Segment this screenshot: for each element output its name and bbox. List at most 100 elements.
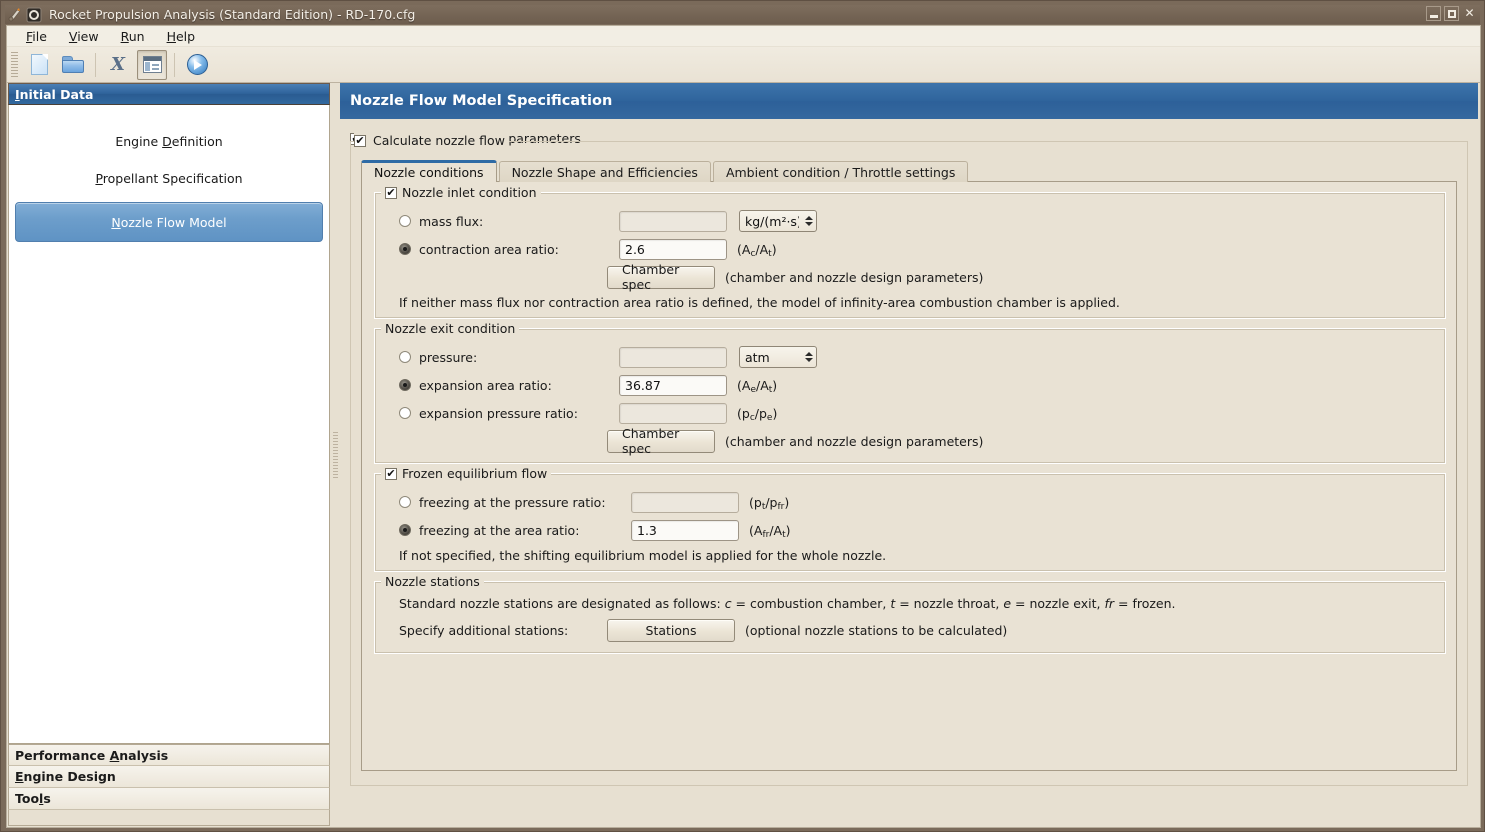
mass-flux-input[interactable] <box>619 210 727 232</box>
nozzle-stations-group: Nozzle stations Standard nozzle stations… <box>374 574 1446 654</box>
close-button[interactable]: ✕ <box>1462 6 1477 21</box>
mass-flux-unit-select[interactable]: kg/(m²·s) <box>739 210 817 232</box>
freezing-area-ratio-input[interactable]: 1.3 <box>631 519 739 541</box>
contraction-area-ratio-label: contraction area ratio: <box>419 241 559 257</box>
nozzle-exit-condition-legend: Nozzle exit condition <box>381 321 520 336</box>
stations-note: (optional nozzle stations to be calculat… <box>745 622 1008 638</box>
inlet-chamber-spec-note: (chamber and nozzle design parameters) <box>725 269 984 285</box>
calculate-nozzle-flow-checkbox[interactable] <box>354 134 366 147</box>
menu-bar: File View Run Help <box>7 26 1480 47</box>
nozzle-stations-description: Standard nozzle stations are designated … <box>399 596 1176 611</box>
sidebar-section-performance-analysis[interactable]: Performance Analysis <box>8 744 330 766</box>
play-circle-icon <box>186 54 208 75</box>
page-title: Nozzle Flow Model Specification <box>340 83 1478 119</box>
run-button[interactable] <box>182 50 212 80</box>
tab-nozzle-shape-and-efficiencies[interactable]: Nozzle Shape and Efficiencies <box>498 161 711 182</box>
toolbar-separator <box>174 52 175 77</box>
freezing-area-ratio-units: (Afr/At) <box>749 522 791 540</box>
inlet-chamber-spec-button[interactable]: Chamber spec <box>607 262 715 292</box>
sidebar-section-label: Performance Analysis <box>15 747 169 763</box>
freezing-pressure-ratio-row: freezing at the pressure ratio: (pt/pfr) <box>385 488 1435 516</box>
sidebar-item-engine-definition[interactable]: Engine Definition <box>15 128 323 154</box>
x-letter-icon: X <box>111 54 125 75</box>
calculate-nozzle-flow-row[interactable]: Calculate nozzle flow <box>354 133 509 148</box>
menu-file[interactable]: File <box>15 27 58 46</box>
menu-run[interactable]: Run <box>110 27 156 46</box>
maximize-button[interactable] <box>1444 6 1459 21</box>
inlet-footnote: If neither mass flux nor contraction are… <box>399 295 1120 310</box>
nozzle-exit-condition-label: Nozzle exit condition <box>385 321 516 336</box>
exit-pressure-unit-value: atm <box>745 349 770 365</box>
expansion-pressure-ratio-input[interactable] <box>619 402 727 424</box>
contraction-area-ratio-input[interactable]: 2.6 <box>619 238 727 260</box>
tab-nozzle-conditions[interactable]: Nozzle conditions <box>361 160 497 182</box>
app-logo-icon <box>8 7 24 23</box>
expansion-pressure-ratio-label: expansion pressure ratio: <box>419 405 578 421</box>
nozzle-inlet-condition-legend[interactable]: Nozzle inlet condition <box>381 185 541 200</box>
spinner-arrows-icon[interactable] <box>804 352 814 362</box>
sidebar-section-label: Tools <box>15 791 51 806</box>
contraction-area-ratio-radio[interactable] <box>399 243 411 255</box>
freezing-pressure-ratio-units: (pt/pfr) <box>749 494 790 512</box>
report-view-button[interactable] <box>137 49 167 80</box>
exit-pressure-radio[interactable] <box>399 351 411 363</box>
expansion-pressure-ratio-radio[interactable] <box>399 407 411 419</box>
sidebar-splitter[interactable] <box>331 83 340 827</box>
tab-ambient-condition-throttle-settings[interactable]: Ambient condition / Throttle settings <box>712 161 969 182</box>
title-bar: Rocket Propulsion Analysis (Standard Edi… <box>5 5 1480 24</box>
expansion-area-ratio-radio[interactable] <box>399 379 411 391</box>
tab-label: Nozzle Shape and Efficiencies <box>511 164 698 180</box>
sidebar-item-list: Engine Definition Propellant Specificati… <box>8 105 330 744</box>
mass-flux-unit-value: kg/(m²·s) <box>745 213 799 229</box>
sidebar-item-nozzle-flow-model[interactable]: Nozzle Flow Model <box>15 202 323 242</box>
window-controls: ✕ <box>1426 6 1477 21</box>
calculate-nozzle-flow-group: Calculate nozzle flow Nozzle conditions … <box>350 133 1468 786</box>
exit-pressure-unit-select[interactable]: atm <box>739 346 817 368</box>
sidebar-section-tools[interactable]: Tools <box>8 788 330 810</box>
minimize-button[interactable] <box>1426 6 1441 21</box>
sidebar-section-engine-design[interactable]: Engine Design <box>8 766 330 788</box>
freezing-pressure-ratio-input[interactable] <box>631 491 739 513</box>
expansion-pressure-ratio-units: (pc/pe) <box>737 405 778 423</box>
exit-chamber-spec-row: Chamber spec (chamber and nozzle design … <box>385 426 1435 456</box>
frozen-equilibrium-flow-legend[interactable]: Frozen equilibrium flow <box>381 466 552 481</box>
new-document-button[interactable] <box>24 50 54 80</box>
exit-chamber-spec-button[interactable]: Chamber spec <box>607 426 715 456</box>
menu-help[interactable]: Help <box>156 27 207 46</box>
nozzle-inlet-condition-label: Nozzle inlet condition <box>402 185 537 200</box>
stations-button[interactable]: Stations <box>607 618 735 642</box>
tab-panel-nozzle-conditions: Nozzle inlet condition mass flux: kg/(m²… <box>361 181 1457 771</box>
nozzle-stations-label: Nozzle stations <box>385 574 480 589</box>
frozen-equilibrium-flow-checkbox[interactable] <box>385 467 397 480</box>
expansion-area-ratio-input[interactable]: 36.87 <box>619 374 727 396</box>
calculate-nozzle-flow-label: Calculate nozzle flow <box>373 133 505 148</box>
export-excel-button[interactable]: X <box>103 50 133 80</box>
sidebar-item-propellant-specification[interactable]: Propellant Specification <box>15 165 323 191</box>
mass-flux-row: mass flux: kg/(m²·s) <box>385 207 1435 235</box>
window-menu-icon[interactable] <box>26 7 42 23</box>
sidebar-item-label: Propellant Specification <box>95 170 243 186</box>
expansion-pressure-ratio-row: expansion pressure ratio: (pc/pe) <box>385 399 1435 427</box>
toolbar-drag-grip[interactable] <box>11 51 18 78</box>
exit-pressure-label: pressure: <box>419 349 478 365</box>
body-split: Initial Data Engine Definition Propellan… <box>7 83 1480 827</box>
navigation-sidebar: Initial Data Engine Definition Propellan… <box>7 83 331 827</box>
freezing-pressure-ratio-radio[interactable] <box>399 496 411 508</box>
menu-view[interactable]: View <box>58 27 110 46</box>
frozen-equilibrium-flow-label: Frozen equilibrium flow <box>402 466 548 481</box>
tab-strip: Nozzle conditions Nozzle Shape and Effic… <box>361 160 1457 182</box>
freezing-area-ratio-label: freezing at the area ratio: <box>419 522 580 538</box>
mass-flux-radio[interactable] <box>399 215 411 227</box>
report-window-icon <box>142 56 162 73</box>
open-folder-button[interactable] <box>58 50 88 80</box>
nozzle-inlet-condition-group: Nozzle inlet condition mass flux: kg/(m²… <box>374 185 1446 319</box>
exit-pressure-input[interactable] <box>619 346 727 368</box>
freezing-pressure-ratio-label: freezing at the pressure ratio: <box>419 494 606 510</box>
spinner-arrows-icon[interactable] <box>804 216 814 226</box>
freezing-area-ratio-radio[interactable] <box>399 524 411 536</box>
expansion-area-ratio-row: expansion area ratio: 36.87 (Ae/At) <box>385 371 1435 399</box>
sidebar-filler <box>8 810 330 826</box>
main-panel: Nozzle Flow Model Specification Calculat… <box>340 83 1480 827</box>
nozzle-inlet-condition-checkbox[interactable] <box>385 186 397 199</box>
sidebar-section-initial-data[interactable]: Initial Data <box>8 83 330 105</box>
